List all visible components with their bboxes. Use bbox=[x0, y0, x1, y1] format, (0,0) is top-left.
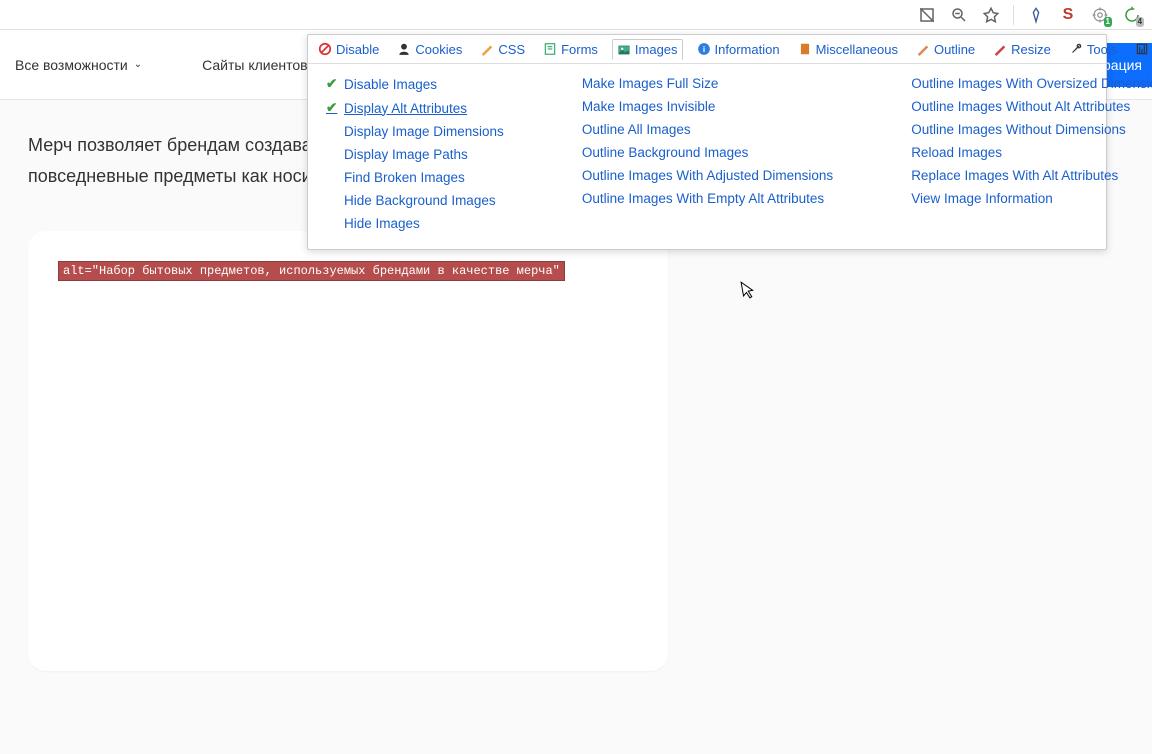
webdev-toolbar: Disable Cookies CSS Forms Images i Infor… bbox=[307, 34, 1107, 250]
images-icon bbox=[617, 43, 631, 57]
menu-display-paths[interactable]: Display Image Paths bbox=[326, 147, 504, 162]
menu-outline-bg[interactable]: Outline Background Images bbox=[564, 145, 833, 160]
misc-icon bbox=[798, 42, 812, 56]
zoom-out-icon[interactable] bbox=[949, 5, 969, 25]
tab-cookies[interactable]: Cookies bbox=[393, 40, 466, 59]
resize-icon bbox=[993, 42, 1007, 56]
menu-outline-all[interactable]: Outline All Images bbox=[564, 122, 833, 137]
tools-icon bbox=[1069, 42, 1083, 56]
refresh-ext-icon[interactable]: 4 bbox=[1122, 5, 1142, 25]
tab-tools[interactable]: Tools bbox=[1065, 40, 1121, 59]
menu-outline-oversized[interactable]: Outline Images With Oversized Dimensions bbox=[893, 76, 1152, 91]
menu-reload-images[interactable]: Reload Images bbox=[893, 145, 1152, 160]
star-icon[interactable] bbox=[981, 5, 1001, 25]
menu-display-alt[interactable]: Display Alt Attributes bbox=[326, 100, 504, 116]
outline-icon bbox=[916, 42, 930, 56]
menu-full-size[interactable]: Make Images Full Size bbox=[564, 76, 833, 91]
no-image-icon[interactable] bbox=[917, 5, 937, 25]
tab-outline[interactable]: Outline bbox=[912, 40, 979, 59]
webdev-ext-icon[interactable]: 1 bbox=[1090, 5, 1110, 25]
tab-disable[interactable]: Disable bbox=[314, 40, 383, 59]
css-icon bbox=[480, 42, 494, 56]
menu-invisible[interactable]: Make Images Invisible bbox=[564, 99, 833, 114]
menu-display-dimensions[interactable]: Display Image Dimensions bbox=[326, 124, 504, 139]
nav-clients[interactable]: Сайты клиентов bbox=[202, 57, 308, 73]
alt-attribute-badge: alt="Набор бытовых предметов, используем… bbox=[58, 261, 565, 281]
menu-outline-adjusted[interactable]: Outline Images With Adjusted Dimensions bbox=[564, 168, 833, 183]
tab-css[interactable]: CSS bbox=[476, 40, 529, 59]
browser-toolbar: S 1 4 bbox=[0, 0, 1152, 30]
lighthouse-ext-icon[interactable] bbox=[1026, 5, 1046, 25]
info-icon: i bbox=[697, 42, 711, 56]
menu-find-broken[interactable]: Find Broken Images bbox=[326, 170, 504, 185]
tab-resize[interactable]: Resize bbox=[989, 40, 1055, 59]
seo-ext-icon[interactable]: S bbox=[1058, 5, 1078, 25]
tab-options[interactable]: Options bbox=[1131, 40, 1152, 59]
disable-icon bbox=[318, 42, 332, 56]
forms-icon bbox=[543, 42, 557, 56]
tab-information[interactable]: i Information bbox=[693, 40, 784, 59]
menu-hide-images[interactable]: Hide Images bbox=[326, 216, 504, 231]
options-icon bbox=[1135, 42, 1149, 56]
tab-miscellaneous[interactable]: Miscellaneous bbox=[794, 40, 902, 59]
nav-clients-label: Сайты клиентов bbox=[202, 57, 308, 73]
menu-replace-alt[interactable]: Replace Images With Alt Attributes bbox=[893, 168, 1152, 183]
image-placeholder-card: alt="Набор бытовых предметов, используем… bbox=[28, 231, 668, 671]
menu-view-info[interactable]: View Image Information bbox=[893, 191, 1152, 206]
menu-outline-empty-alt[interactable]: Outline Images With Empty Alt Attributes bbox=[564, 191, 833, 206]
menu-disable-images[interactable]: Disable Images bbox=[326, 76, 504, 92]
webdev-tabs: Disable Cookies CSS Forms Images i Infor… bbox=[308, 35, 1106, 64]
menu-hide-bg[interactable]: Hide Background Images bbox=[326, 193, 504, 208]
tab-forms[interactable]: Forms bbox=[539, 40, 602, 59]
nav-possibilities[interactable]: Все возможности ⌄ bbox=[15, 57, 142, 73]
menu-outline-without-dim[interactable]: Outline Images Without Dimensions bbox=[893, 122, 1152, 137]
chevron-down-icon: ⌄ bbox=[134, 59, 142, 70]
tab-images[interactable]: Images bbox=[612, 39, 683, 60]
menu-outline-without-alt[interactable]: Outline Images Without Alt Attributes bbox=[893, 99, 1152, 114]
webdev-images-menu: Disable Images Display Alt Attributes Di… bbox=[308, 64, 1106, 249]
nav-possibilities-label: Все возможности bbox=[15, 57, 128, 73]
cookies-icon bbox=[397, 42, 411, 56]
svg-text:i: i bbox=[702, 45, 704, 54]
